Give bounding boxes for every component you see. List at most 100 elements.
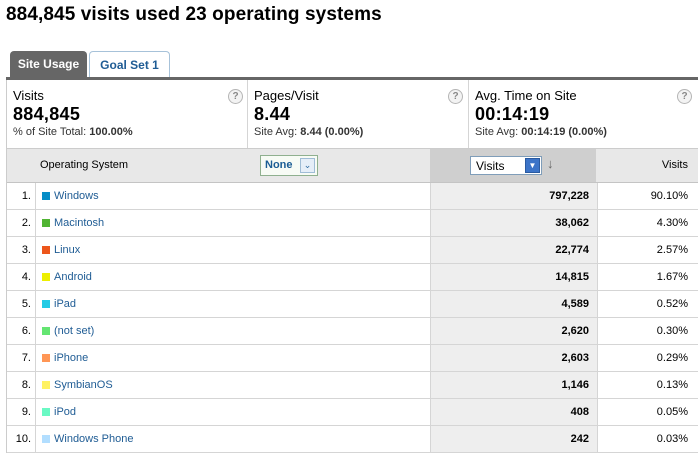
scorecard-sub-value: 00:14:19 (0.00%) xyxy=(521,126,607,138)
row-number: 10. xyxy=(15,433,31,445)
visits-cell: 408 xyxy=(430,399,598,425)
row-number: 3. xyxy=(21,244,31,256)
series-color-swatch xyxy=(42,273,50,281)
scorecard-sub-prefix: % of Site Total: xyxy=(13,126,90,138)
scorecard-visits: Visits 884,845 % of Site Total: 100.00% … xyxy=(7,80,248,148)
row-number-cell: 1. xyxy=(7,183,36,209)
visits-value: 4,589 xyxy=(561,298,589,310)
table-row: 6. (not set) 2,620 0.30% xyxy=(7,318,698,345)
table-row: 9. iPod 408 0.05% xyxy=(7,399,698,426)
visits-cell: 2,620 xyxy=(430,318,598,344)
visits-cell: 4,589 xyxy=(430,291,598,317)
os-name-link[interactable]: SymbianOS xyxy=(54,372,113,398)
row-number: 8. xyxy=(21,379,31,391)
visits-value: 1,146 xyxy=(561,379,589,391)
row-number: 7. xyxy=(21,352,31,364)
scorecard-value: 884,845 xyxy=(13,104,81,124)
row-number-cell: 8. xyxy=(7,372,36,398)
table-row: 5. iPad 4,589 0.52% xyxy=(7,291,698,318)
secondary-dimension-value: None xyxy=(265,159,293,171)
series-color-swatch xyxy=(42,327,50,335)
scorecard-label: Visits xyxy=(13,88,44,103)
os-name-link[interactable]: iPad xyxy=(54,291,76,317)
secondary-dimension-select[interactable]: None ⌄ xyxy=(260,155,318,176)
help-icon[interactable]: ? xyxy=(677,89,692,104)
scorecard-avg-time-on-site: Avg. Time on Site 00:14:19 Site Avg: 00:… xyxy=(469,80,698,148)
visits-cell: 2,603 xyxy=(430,345,598,371)
os-name-link[interactable]: iPhone xyxy=(54,345,88,371)
visits-value: 38,062 xyxy=(555,217,589,229)
table-row: 1. Windows 797,228 90.10% xyxy=(7,183,698,210)
help-icon[interactable]: ? xyxy=(228,89,243,104)
row-number-cell: 5. xyxy=(7,291,36,317)
percent-column-header: Visits xyxy=(661,159,688,171)
scorecard-label: Avg. Time on Site xyxy=(475,88,577,103)
dropdown-arrow-icon: ▼ xyxy=(525,158,540,173)
visits-percent: 90.10% xyxy=(650,190,688,202)
scorecard-label: Pages/Visit xyxy=(254,88,319,103)
os-table: Operating System None ⌄ Visits ▼ ↓ Visit… xyxy=(6,148,698,453)
row-number: 4. xyxy=(21,271,31,283)
visits-value: 22,774 xyxy=(555,244,589,256)
table-row: 2. Macintosh 38,062 4.30% xyxy=(7,210,698,237)
row-number: 2. xyxy=(21,217,31,229)
series-color-swatch xyxy=(42,192,50,200)
visits-value: 797,228 xyxy=(549,190,589,202)
visits-value: 2,603 xyxy=(561,352,589,364)
series-color-swatch xyxy=(42,300,50,308)
row-number-cell: 3. xyxy=(7,237,36,263)
visits-percent: 0.30% xyxy=(656,325,688,337)
visits-cell: 797,228 xyxy=(430,183,598,209)
metric-select[interactable]: Visits ▼ xyxy=(470,156,542,175)
series-color-swatch xyxy=(42,435,50,443)
scorecards: Visits 884,845 % of Site Total: 100.00% … xyxy=(6,80,698,148)
scorecard-subtext: Site Avg: 8.44 (0.00%) xyxy=(254,126,363,138)
series-color-swatch xyxy=(42,381,50,389)
visits-percent: 0.05% xyxy=(656,406,688,418)
visits-cell: 22,774 xyxy=(430,237,598,263)
row-number: 1. xyxy=(21,190,31,202)
row-number-cell: 9. xyxy=(7,399,36,425)
visits-percent: 0.52% xyxy=(656,298,688,310)
row-number-cell: 10. xyxy=(7,426,36,452)
os-name-link[interactable]: Windows xyxy=(54,183,99,209)
series-color-swatch xyxy=(42,246,50,254)
row-number-cell: 4. xyxy=(7,264,36,290)
visits-cell: 1,146 xyxy=(430,372,598,398)
table-header: Operating System None ⌄ Visits ▼ ↓ Visit… xyxy=(7,149,698,183)
os-name-link[interactable]: Macintosh xyxy=(54,210,104,236)
visits-percent: 2.57% xyxy=(656,244,688,256)
scorecard-sub-prefix: Site Avg: xyxy=(475,126,522,138)
scorecard-sub-value: 100.00% xyxy=(89,126,133,138)
os-name-link[interactable]: (not set) xyxy=(54,318,94,344)
help-icon[interactable]: ? xyxy=(448,89,463,104)
os-name-link[interactable]: iPod xyxy=(54,399,76,425)
visits-percent: 0.29% xyxy=(656,352,688,364)
os-name-link[interactable]: Android xyxy=(54,264,92,290)
visits-cell: 14,815 xyxy=(430,264,598,290)
visits-value: 242 xyxy=(570,433,589,445)
series-color-swatch xyxy=(42,408,50,416)
visits-value: 408 xyxy=(570,406,589,418)
visits-cell: 242 xyxy=(430,426,598,452)
tab-goal-set-1[interactable]: Goal Set 1 xyxy=(89,51,170,77)
visits-cell: 38,062 xyxy=(430,210,598,236)
visits-percent: 4.30% xyxy=(656,217,688,229)
row-number-cell: 6. xyxy=(7,318,36,344)
dimension-header: Operating System xyxy=(40,159,129,171)
table-row: 3. Linux 22,774 2.57% xyxy=(7,237,698,264)
series-color-swatch xyxy=(42,219,50,227)
os-name-link[interactable]: Windows Phone xyxy=(54,426,134,452)
row-number: 9. xyxy=(21,406,31,418)
os-name-link[interactable]: Linux xyxy=(54,237,80,263)
scorecard-value: 8.44 xyxy=(254,104,291,124)
table-row: 8. SymbianOS 1,146 0.13% xyxy=(7,372,698,399)
row-number: 6. xyxy=(21,325,31,337)
visits-value: 14,815 xyxy=(555,271,589,283)
sort-descending-icon[interactable]: ↓ xyxy=(547,156,554,171)
page-title: 884,845 visits used 23 operating systems xyxy=(6,4,382,25)
visits-column-header: Visits ▼ ↓ xyxy=(430,149,596,182)
tab-site-usage[interactable]: Site Usage xyxy=(10,51,87,77)
scorecard-subtext: Site Avg: 00:14:19 (0.00%) xyxy=(475,126,607,138)
chevron-down-icon: ⌄ xyxy=(300,158,315,173)
